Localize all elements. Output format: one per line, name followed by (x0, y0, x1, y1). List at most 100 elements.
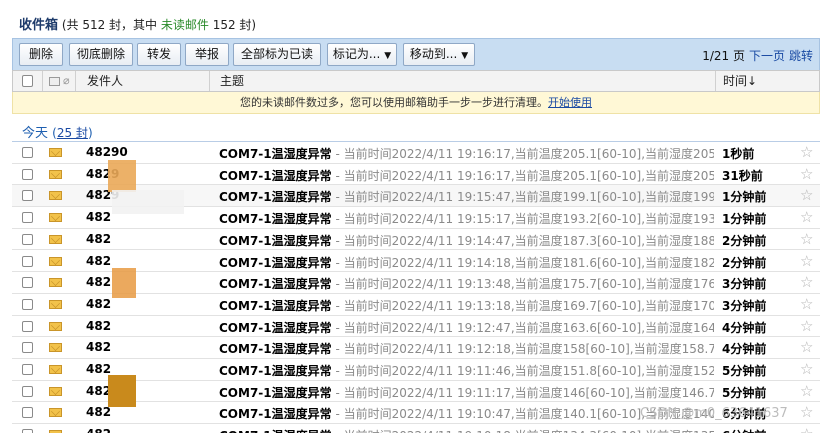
email-row[interactable]: 482 COM7-1温湿度异常 - 当前时间2022/4/11 19:12:47,… (12, 316, 820, 338)
star-icon[interactable]: ☆ (800, 252, 813, 270)
subject-title: COM7-1温湿度异常 (219, 190, 332, 205)
subject-title: COM7-1温湿度异常 (219, 147, 332, 161)
star-icon[interactable]: ☆ (800, 425, 813, 433)
column-divider (715, 71, 716, 91)
column-divider (75, 71, 76, 91)
row-checkbox[interactable] (22, 407, 33, 419)
star-icon[interactable]: ☆ (800, 186, 813, 204)
row-checkbox[interactable] (22, 298, 33, 310)
star-icon[interactable]: ☆ (800, 165, 813, 183)
email-subject[interactable]: COM7-1温湿度异常 - 当前时间2022/4/11 19:11:46,当前温… (219, 362, 714, 379)
email-subject[interactable]: COM7-1温湿度异常 - 当前时间2022/4/11 19:11:17,当前温… (219, 384, 714, 401)
email-subject[interactable]: COM7-1温湿度异常 - 当前时间2022/4/11 19:15:47,当前温… (219, 188, 714, 205)
star-icon[interactable]: ☆ (800, 360, 813, 378)
subject-title: COM7-1温湿度异常 (219, 168, 332, 183)
email-sender: 482 (86, 318, 112, 333)
row-checkbox[interactable] (22, 168, 33, 180)
group-count: (25 封) (52, 126, 92, 140)
email-time: 3分钟前 (722, 298, 767, 313)
email-subject[interactable]: COM7-1温湿度异常 - 当前时间2022/4/11 19:13:48,当前温… (219, 275, 714, 292)
subject-preview: - 当前时间2022/4/11 19:12:18,当前温度158[60-10],… (331, 342, 714, 357)
email-sender: 482 (86, 362, 112, 376)
summary-prefix: (共 512 封，其中 (61, 18, 161, 32)
row-checkbox[interactable] (22, 190, 33, 202)
email-row[interactable]: 482 COM7-1温湿度异常 - 当前时间2022/4/11 19:12:18,… (12, 337, 820, 359)
email-subject[interactable]: COM7-1温湿度异常 - 当前时间2022/4/11 19:16:17,当前温… (219, 145, 714, 162)
email-time: 2分钟前 (722, 233, 767, 248)
watermark: CSDN @m0_63641637 (640, 406, 788, 421)
report-button[interactable]: 举报 (185, 43, 229, 66)
star-icon[interactable]: ☆ (800, 143, 813, 161)
subject-title: COM7-1温湿度异常 (219, 233, 332, 248)
cleanup-notice: 您的未读邮件数过多，您可以使用邮箱助手一步一步进行清理。开始使用 (12, 92, 820, 114)
email-subject[interactable]: COM7-1温湿度异常 - 当前时间2022/4/11 19:12:18,当前温… (219, 340, 714, 357)
star-icon[interactable]: ☆ (800, 230, 813, 248)
column-subject[interactable]: 主题 (220, 71, 244, 91)
subject-preview: - 当前时间2022/4/11 19:13:48,当前温度175.7[60-10… (331, 277, 714, 292)
email-sender: 482 (86, 427, 111, 433)
redaction-mark (112, 190, 184, 214)
row-checkbox[interactable] (22, 364, 33, 375)
row-checkbox[interactable] (22, 212, 33, 224)
star-icon[interactable]: ☆ (800, 208, 813, 226)
email-subject[interactable]: COM7-1温湿度异常 - 当前时间2022/4/11 19:14:18,当前温… (219, 254, 714, 271)
redaction-mark (108, 375, 136, 407)
page-info: 1/21 页 (702, 49, 745, 63)
email-subject[interactable]: COM7-1温湿度异常 - 当前时间2022/4/11 19:15:17,当前温… (219, 210, 714, 227)
row-checkbox[interactable] (22, 255, 33, 267)
row-checkbox[interactable] (22, 320, 33, 332)
row-checkbox[interactable] (22, 233, 33, 245)
delete-forever-button[interactable]: 彻底删除 (69, 43, 133, 66)
subject-title: COM7-1温湿度异常 (219, 320, 332, 335)
star-icon[interactable]: ☆ (800, 273, 813, 291)
column-time-sort[interactable]: 时间↓ (723, 71, 757, 91)
mark-as-dropdown[interactable]: 标记为... ▼ (327, 43, 397, 66)
email-subject[interactable]: COM7-1温湿度异常 - 当前时间2022/4/11 19:16:17,当前温… (219, 167, 714, 184)
star-icon[interactable]: ☆ (800, 382, 813, 400)
next-page-link[interactable]: 下一页 (749, 49, 785, 63)
star-icon[interactable]: ☆ (800, 295, 813, 313)
email-time: 4分钟前 (722, 320, 767, 335)
email-sender: 48290 (86, 145, 128, 159)
subject-title: COM7-1温湿度异常 (219, 298, 332, 313)
column-sender[interactable]: 发件人 (87, 71, 123, 91)
email-sender: 482 (86, 210, 112, 225)
start-using-link[interactable]: 开始使用 (548, 96, 592, 109)
star-icon[interactable]: ☆ (800, 317, 813, 335)
star-icon[interactable]: ☆ (800, 403, 813, 421)
unread-envelope-icon (49, 278, 62, 288)
delete-button[interactable]: 删除 (19, 43, 63, 66)
chevron-down-icon: ▼ (384, 51, 392, 61)
email-subject[interactable]: COM7-1温湿度异常 - 当前时间2022/4/11 19:13:18,当前温… (219, 297, 714, 314)
email-row[interactable]: 482 COM7-1温湿度异常 - 当前时间2022/4/11 19:14:47,… (12, 229, 820, 251)
email-subject[interactable]: COM7-1温湿度异常 - 当前时间2022/4/11 19:12:47,当前温… (219, 319, 714, 336)
subject-preview: - 当前时间2022/4/11 19:15:47,当前温度199.1[60-10… (331, 190, 714, 205)
unread-mail-link[interactable]: 未读邮件 (161, 18, 209, 32)
row-checkbox[interactable] (22, 147, 33, 158)
row-checkbox[interactable] (22, 429, 33, 433)
count-close: ) (87, 126, 93, 140)
email-time: 1分钟前 (722, 212, 767, 227)
unread-envelope-icon (49, 343, 62, 353)
email-subject[interactable]: COM7-1温湿度异常 - 当前时间2022/4/11 19:14:47,当前温… (219, 232, 714, 249)
mailbox-summary: (共 512 封，其中 未读邮件 152 封) (62, 18, 256, 32)
row-checkbox[interactable] (22, 342, 33, 354)
unread-envelope-icon (49, 365, 62, 374)
row-checkbox[interactable] (22, 385, 33, 397)
notice-text: 您的未读邮件数过多，您可以使用邮箱助手一步一步进行清理。 (240, 96, 548, 109)
mark-all-read-button[interactable]: 全部标为已读 (233, 43, 321, 66)
email-row[interactable]: 482 COM7-1温湿度异常 - 当前时间2022/4/11 19:10:18,… (12, 424, 820, 433)
email-sender: 482 (86, 296, 112, 311)
row-checkbox[interactable] (22, 277, 33, 289)
email-time: 5分钟前 (722, 364, 767, 378)
forward-button[interactable]: 转发 (137, 43, 181, 66)
unread-envelope-icon (49, 234, 62, 244)
move-to-dropdown[interactable]: 移动到... ▼ (403, 43, 475, 66)
group-label: 今天 (22, 126, 49, 141)
jump-link[interactable]: 跳转 (789, 49, 813, 63)
star-icon[interactable]: ☆ (800, 338, 813, 356)
email-subject[interactable]: COM7-1温湿度异常 - 当前时间2022/4/11 19:10:18,当前温… (219, 427, 714, 433)
unread-envelope-icon (49, 169, 62, 179)
group-count-link[interactable]: 25 封 (57, 126, 88, 140)
select-all-checkbox[interactable] (22, 75, 33, 87)
